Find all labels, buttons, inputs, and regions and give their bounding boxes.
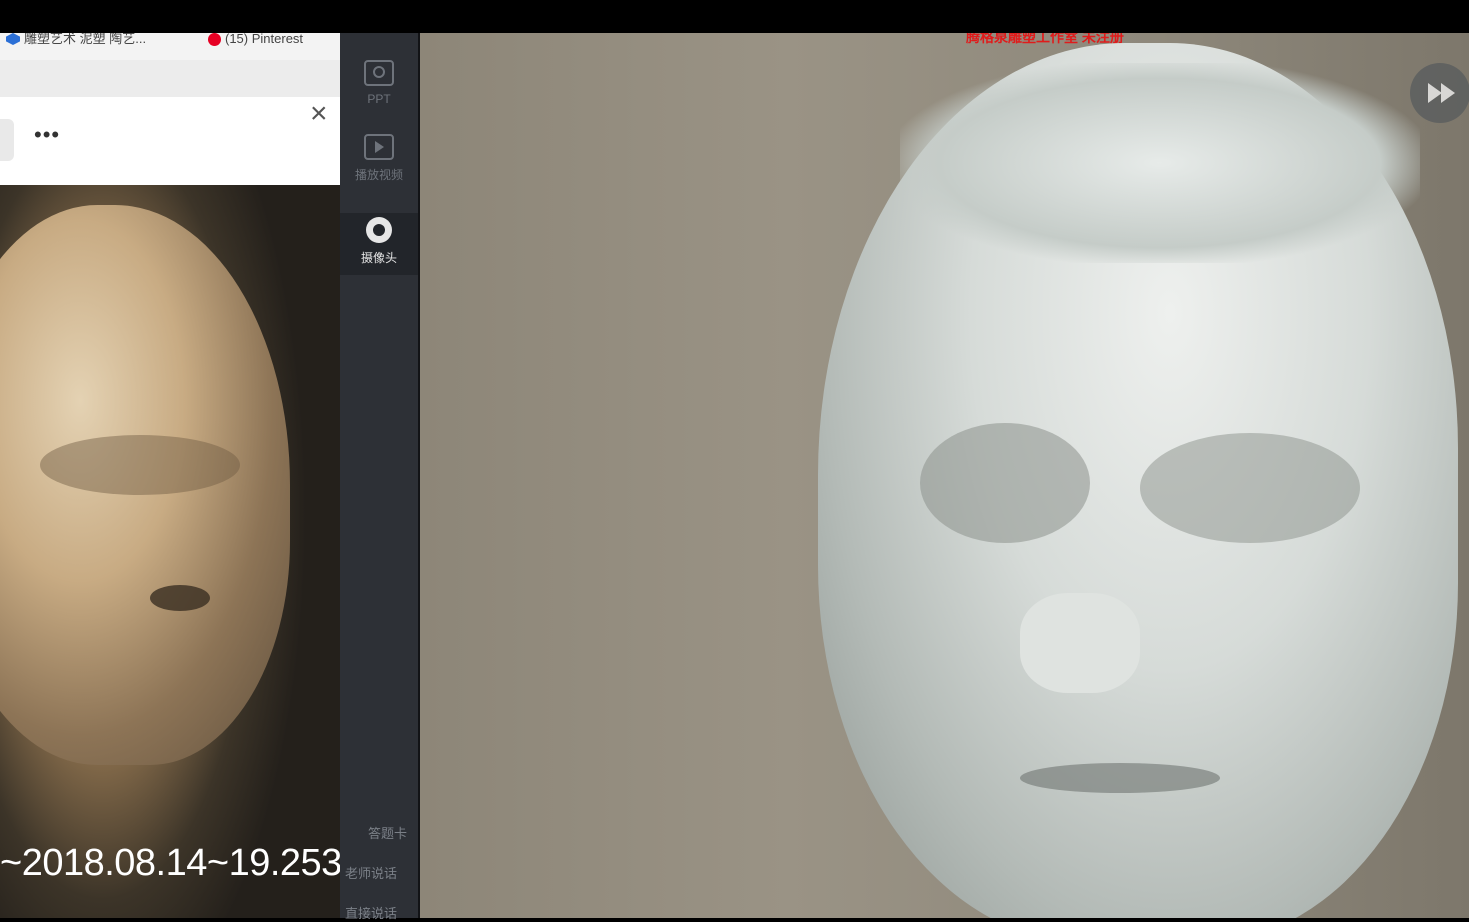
clay-mouth xyxy=(1020,763,1220,793)
play-video-button[interactable]: 播放视频 xyxy=(340,134,418,183)
ppt-label: PPT xyxy=(367,92,391,106)
live-talk-button[interactable]: 直接说话 xyxy=(345,903,417,922)
camera-icon xyxy=(366,217,392,243)
side-toolbar: PPT 播放视频 摄像头 答题卡 老师说话 直接说话 xyxy=(340,33,420,921)
teacher-talk-button[interactable]: 老师说话 xyxy=(345,863,417,882)
dropbox-icon xyxy=(6,33,20,45)
browser-window: 雕塑艺术 泥塑 陶艺... (15) Pinterest ••• × ~2018… xyxy=(0,33,340,918)
more-options-button[interactable]: ••• xyxy=(34,124,60,146)
bookmark-sculpture-art[interactable]: 雕塑艺术 泥塑 陶艺... xyxy=(6,33,146,45)
top-black-bar xyxy=(0,0,1469,33)
bookmark-label: 雕塑艺术 泥塑 陶艺... xyxy=(24,33,147,46)
bookmark-pinterest[interactable]: (15) Pinterest xyxy=(208,33,304,46)
play-icon xyxy=(364,134,394,160)
panel-tab-button[interactable] xyxy=(0,119,14,161)
stone-bust-photo xyxy=(0,185,340,918)
ppt-icon xyxy=(364,60,394,86)
clay-nose xyxy=(1020,593,1140,693)
image-panel-header: ••• × xyxy=(0,97,340,185)
fast-forward-icon[interactable] xyxy=(1410,63,1469,123)
bookmark-label: (15) Pinterest xyxy=(225,33,304,46)
clay-eye-socket-left xyxy=(920,423,1090,543)
clay-hair-shape xyxy=(900,63,1420,263)
stone-eye-shadow xyxy=(150,585,210,611)
pinterest-icon xyxy=(208,33,221,46)
browser-toolbar xyxy=(0,60,340,98)
ppt-tool-button[interactable]: PPT xyxy=(340,60,418,106)
live-video-feed: 腾格泉雕塑工作室 未注册 xyxy=(420,33,1469,918)
clay-eye-socket-right xyxy=(1140,433,1360,543)
camera-button[interactable]: 摄像头 xyxy=(340,213,418,275)
play-video-label: 播放视频 xyxy=(354,168,403,182)
timestamp-watermark: ~2018.08.14~19.2536 xyxy=(0,842,340,884)
bookmarks-bar: 雕塑艺术 泥塑 陶艺... (15) Pinterest xyxy=(0,33,340,60)
stone-brow-shadow xyxy=(40,435,240,495)
camera-label: 摄像头 xyxy=(360,251,397,265)
close-button[interactable]: × xyxy=(310,99,328,129)
